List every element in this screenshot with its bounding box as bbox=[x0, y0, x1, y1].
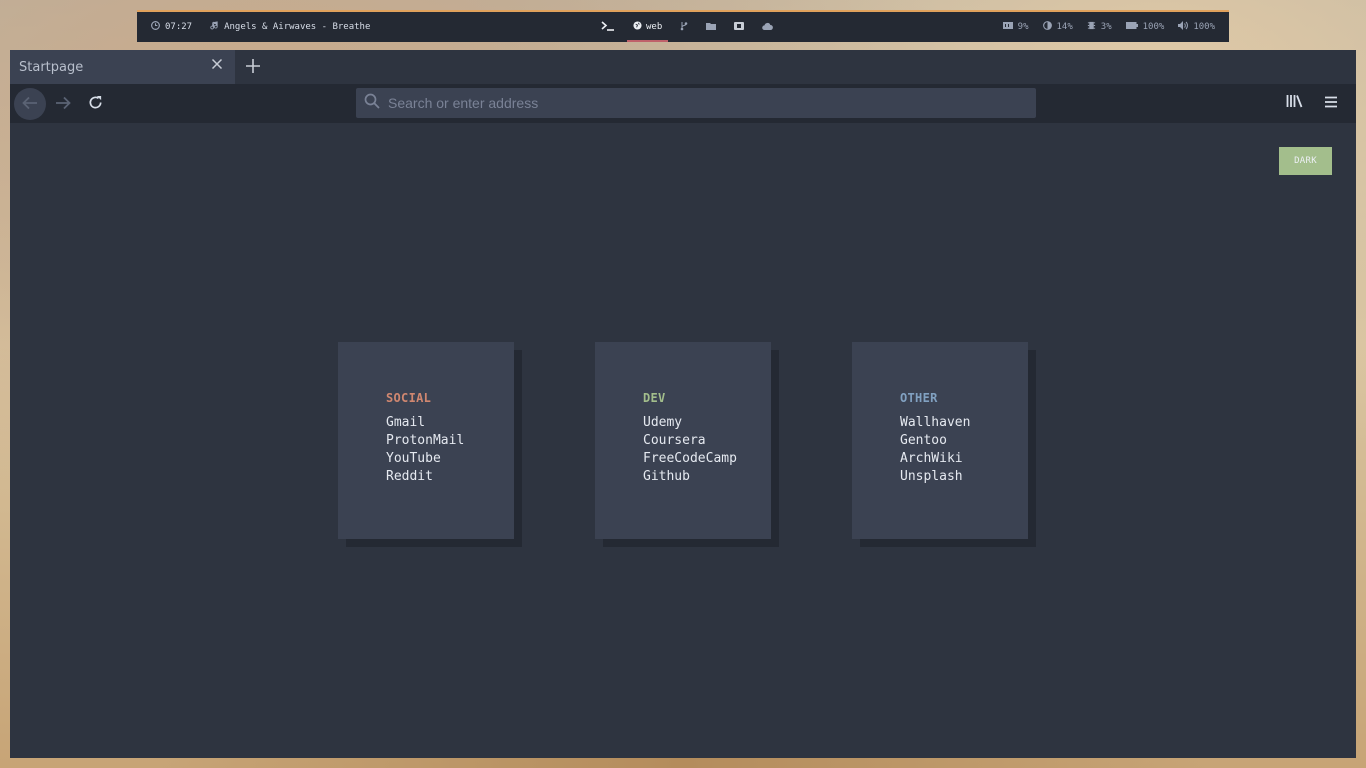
cloud-icon bbox=[762, 22, 774, 33]
volume-stat[interactable]: 100% bbox=[1178, 21, 1215, 33]
link-gmail[interactable]: Gmail bbox=[386, 415, 425, 430]
reload-button[interactable] bbox=[79, 88, 111, 120]
navigation-toolbar bbox=[10, 84, 1356, 123]
library-button[interactable] bbox=[1286, 93, 1308, 115]
battery-icon bbox=[1125, 22, 1138, 32]
workspace-media[interactable] bbox=[728, 12, 750, 42]
memory-value: 9% bbox=[1017, 22, 1029, 32]
link-youtube[interactable]: YouTube bbox=[386, 451, 441, 466]
list-item: Unsplash bbox=[900, 468, 1028, 486]
folder-icon bbox=[706, 22, 717, 33]
link-list-social: Gmail ProtonMail YouTube Reddit bbox=[386, 414, 514, 486]
list-item: Reddit bbox=[386, 468, 514, 486]
git-branch-icon bbox=[680, 21, 688, 34]
clock-icon bbox=[151, 21, 160, 33]
workspace-switcher: web bbox=[595, 12, 779, 42]
globe-icon bbox=[633, 21, 642, 33]
list-item: Udemy bbox=[643, 414, 771, 432]
link-udemy[interactable]: Udemy bbox=[643, 415, 682, 430]
theme-toggle-button[interactable]: DARK bbox=[1279, 147, 1332, 175]
card-social: SOCIAL Gmail ProtonMail YouTube Reddit bbox=[338, 342, 514, 539]
new-tab-button[interactable] bbox=[241, 55, 265, 79]
cpu-value: 14% bbox=[1056, 22, 1073, 32]
link-protonmail[interactable]: ProtonMail bbox=[386, 433, 464, 448]
link-coursera[interactable]: Coursera bbox=[643, 433, 706, 448]
url-input[interactable] bbox=[388, 95, 1008, 111]
list-item: YouTube bbox=[386, 450, 514, 468]
film-icon bbox=[734, 21, 745, 33]
link-wallhaven[interactable]: Wallhaven bbox=[900, 415, 970, 430]
memory-icon bbox=[1002, 22, 1013, 32]
card-other: OTHER Wallhaven Gentoo ArchWiki Unsplash bbox=[852, 342, 1028, 539]
list-item: ProtonMail bbox=[386, 432, 514, 450]
workspace-web[interactable]: web bbox=[627, 12, 669, 42]
plus-icon bbox=[246, 54, 260, 78]
battery-value: 100% bbox=[1142, 22, 1165, 32]
chip-icon bbox=[1087, 21, 1096, 33]
list-item: Gentoo bbox=[900, 432, 1028, 450]
arrow-left-icon bbox=[22, 95, 38, 114]
startpage-content: DARK SOCIAL Gmail ProtonMail YouTube Red… bbox=[10, 123, 1356, 758]
menu-button[interactable] bbox=[1324, 93, 1346, 115]
list-item: FreeCodeCamp bbox=[643, 450, 771, 468]
tab-startpage[interactable]: Startpage bbox=[10, 50, 235, 84]
cpu-stat: 14% bbox=[1042, 21, 1073, 33]
list-item: Gmail bbox=[386, 414, 514, 432]
workspace-terminal[interactable] bbox=[595, 12, 621, 42]
list-item: ArchWiki bbox=[900, 450, 1028, 468]
link-unsplash[interactable]: Unsplash bbox=[900, 469, 963, 484]
link-reddit[interactable]: Reddit bbox=[386, 469, 433, 484]
clock-time: 07:27 bbox=[165, 22, 193, 32]
card-title-dev: DEV bbox=[643, 391, 666, 405]
tab-strip: Startpage bbox=[10, 50, 1356, 84]
arrow-right-icon bbox=[55, 95, 71, 114]
browser-window: Startpage Search or enter address DARK S… bbox=[10, 50, 1356, 758]
music-note-icon bbox=[210, 21, 219, 33]
search-icon bbox=[364, 93, 380, 113]
hamburger-menu-icon bbox=[1324, 93, 1338, 112]
address-bar[interactable] bbox=[356, 88, 1036, 118]
workspace-git[interactable] bbox=[674, 12, 694, 42]
system-stats: 9% 14% 3% 100% 100% bbox=[1002, 12, 1215, 42]
battery-stat: 100% bbox=[1125, 22, 1165, 32]
card-title-social: SOCIAL bbox=[386, 391, 432, 405]
workspace-cloud[interactable] bbox=[756, 12, 779, 42]
list-item: Wallhaven bbox=[900, 414, 1028, 432]
tab-title: Startpage bbox=[19, 59, 84, 75]
card-dev: DEV Udemy Coursera FreeCodeCamp Github bbox=[595, 342, 771, 539]
library-icon bbox=[1286, 93, 1304, 112]
terminal-icon bbox=[601, 20, 615, 34]
clock: 07:27 bbox=[151, 21, 192, 33]
system-topbar: 07:27 Angels & Airwaves - Breathe web 9%… bbox=[137, 12, 1229, 42]
workspace-web-label: web bbox=[646, 22, 663, 32]
link-gentoo[interactable]: Gentoo bbox=[900, 433, 947, 448]
link-archwiki[interactable]: ArchWiki bbox=[900, 451, 963, 466]
list-item: Coursera bbox=[643, 432, 771, 450]
now-playing-text: Angels & Airwaves - Breathe bbox=[224, 22, 371, 32]
back-button[interactable] bbox=[14, 88, 46, 120]
close-tab-icon[interactable] bbox=[209, 58, 225, 74]
reload-icon bbox=[88, 95, 103, 114]
link-list-dev: Udemy Coursera FreeCodeCamp Github bbox=[643, 414, 771, 486]
disk-value: 3% bbox=[1100, 22, 1112, 32]
card-title-other: OTHER bbox=[900, 391, 938, 405]
memory-stat: 9% bbox=[1002, 22, 1029, 32]
volume-icon bbox=[1178, 21, 1189, 33]
volume-value: 100% bbox=[1193, 22, 1215, 32]
link-list-other: Wallhaven Gentoo ArchWiki Unsplash bbox=[900, 414, 1028, 486]
link-github[interactable]: Github bbox=[643, 469, 690, 484]
forward-button[interactable] bbox=[47, 88, 79, 120]
list-item: Github bbox=[643, 468, 771, 486]
contrast-icon bbox=[1042, 21, 1052, 33]
now-playing[interactable]: Angels & Airwaves - Breathe bbox=[210, 21, 370, 33]
workspace-files[interactable] bbox=[700, 12, 722, 42]
disk-stat: 3% bbox=[1087, 21, 1112, 33]
link-freecodecamp[interactable]: FreeCodeCamp bbox=[643, 451, 737, 466]
